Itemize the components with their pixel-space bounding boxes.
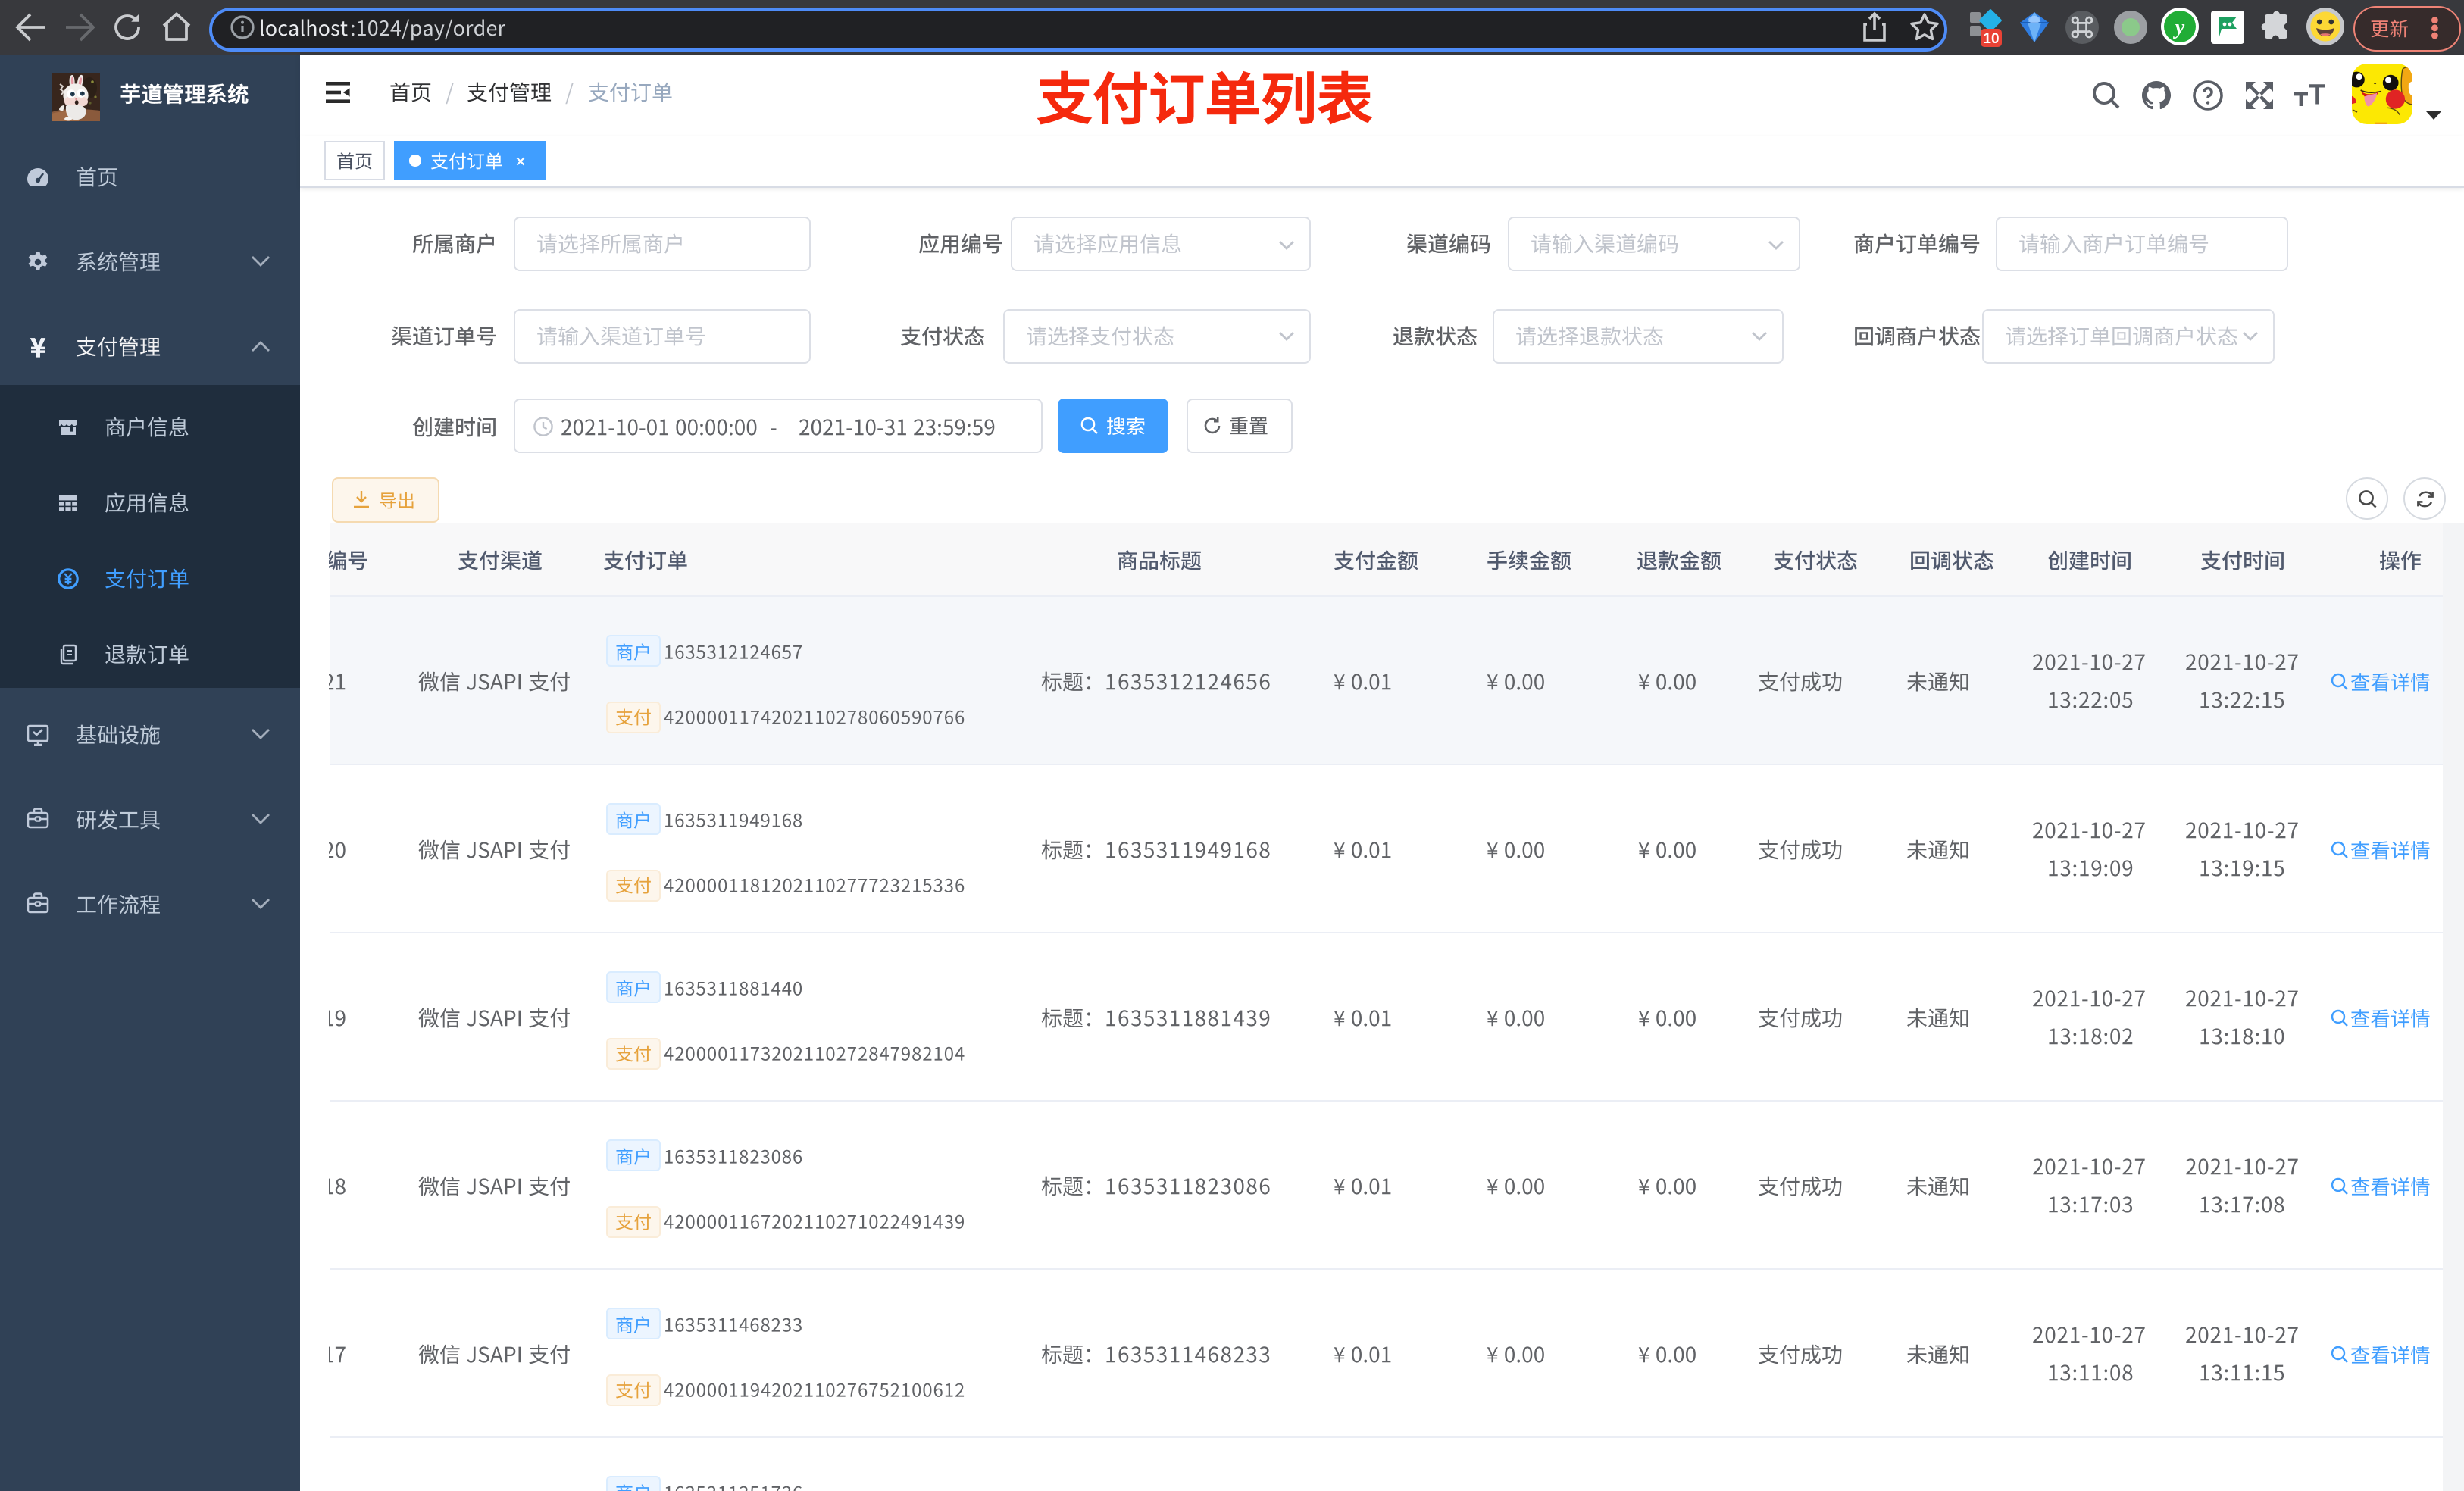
svg-text:10: 10 — [1983, 31, 1999, 47]
svg-text:y: y — [2173, 16, 2185, 39]
